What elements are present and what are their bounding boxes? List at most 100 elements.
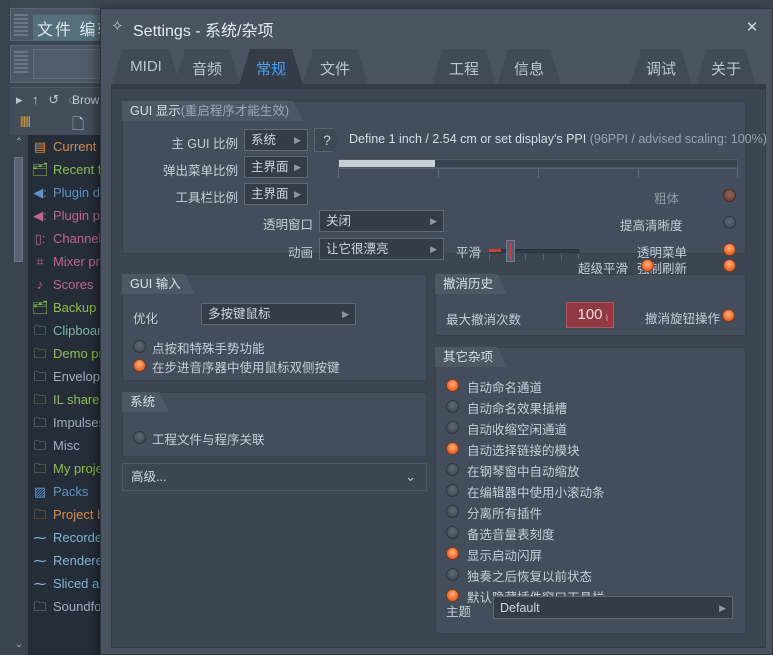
combo-transparent-window[interactable]: 关闭 ▶ [319,210,444,232]
combo-main-gui-scale-value: 系统 [251,133,277,147]
tab-6[interactable]: 信息 [496,49,562,88]
tab-7[interactable]: 调试 [629,49,693,88]
stepper-icon[interactable]: ⌇ [605,306,609,330]
tab-8[interactable]: 关于 [695,49,757,88]
tab-3[interactable]: 常规 [238,49,304,88]
label-misc-3: 自动收缩空闲通道 [467,423,568,437]
close-icon[interactable]: ✕ [742,18,762,38]
tab-label: 调试 [645,61,676,78]
label-misc-9: 显示启动闪屏 [467,549,543,563]
misc-option-row[interactable]: 独奏之后恢复以前状态 [446,565,737,586]
max-undo-number: 100 [577,306,603,323]
max-undo-value[interactable]: 100 ⌇ [566,302,614,328]
group-misc: 其它杂项 自动命名通道 自动命名效果插槽自动收缩空闲通道自动选择链接的模块 在钢琴窗… [435,347,746,634]
radio-step-seq-dual-click[interactable] [133,359,146,372]
combo-theme[interactable]: Default ▶ [493,596,733,619]
radio-misc-3[interactable] [446,421,459,434]
misc-option-row[interactable]: 自动命名通道 [446,376,737,397]
label-misc-8: 备选音量表刻度 [467,528,555,542]
folder-icon: ▯: [34,231,46,246]
radio-super-smooth[interactable] [641,259,654,272]
group-system-title: 系统 [122,392,169,412]
folder-icon: ⁓ [33,530,47,545]
folder-icon: 🗀 [33,392,47,407]
radio-misc-1[interactable] [446,379,459,392]
ppi-ruler-bar[interactable] [338,159,738,168]
tab-label: 工程 [448,61,479,78]
radio-misc-8[interactable] [446,526,459,539]
advanced-expander-label: 高级... [131,470,167,484]
smooth-slider-track[interactable] [489,249,579,253]
radio-transparent-menu[interactable] [723,243,736,256]
label-transparent-window: 透明窗口 [262,218,313,232]
chevron-right-icon: ▶ [294,189,301,199]
combo-popup-menu-scale[interactable]: 主界面 ▶ [244,156,308,178]
combo-optimize[interactable]: 多按键鼠标 ▶ [201,303,356,325]
radio-click-gestures[interactable] [133,340,146,353]
smooth-slider-ticks [489,254,579,260]
radio-misc-7[interactable] [446,505,459,518]
radio-misc-4[interactable] [446,442,459,455]
combo-animation-value: 让它很漂亮 [326,242,389,256]
tab-1[interactable]: MIDI [111,49,181,88]
tab-2[interactable]: 音频 [173,49,241,88]
scroll-thumb[interactable] [14,157,23,262]
radio-misc-9[interactable] [446,547,459,560]
scroll-down-icon[interactable]: ⌄ [10,637,28,653]
label-misc-7: 分离所有插件 [467,507,543,521]
radio-misc-5[interactable] [446,463,459,476]
misc-option-row[interactable]: 自动选择链接的模块 [446,439,737,460]
group-undo-history-title: 撤消历史 [435,274,507,294]
label-toolbar-scale: 工具栏比例 [175,191,238,205]
chevron-right-icon: ▶ [719,603,726,613]
chevron-right-icon: ▶ [342,309,349,319]
tab-4[interactable]: 文件 [301,49,369,88]
dialog-title-bar[interactable]: ✧ Settings - 系统/杂项 ✕ [101,9,772,45]
label-misc-6: 在编辑器中使用小滚动条 [467,486,605,500]
browser-list-item-label: Recent fi [53,162,105,177]
waveform-icon[interactable]: ⫴⫴ [20,114,31,131]
radio-associate-project-files[interactable] [133,431,146,444]
ppi-description-hint: (96PPI / advised scaling: 100%) [589,132,767,146]
folder-icon: 🗀 [33,507,47,522]
settings-dialog: ✧ Settings - 系统/杂项 ✕ MIDI 音频 常规 文件 工程 信息 调试 关于 … [100,8,773,655]
misc-option-row[interactable]: 分离所有插件 [446,502,737,523]
fl-studio-window: 文件 编辑 ▸ ↑ ↺ ◌ Brow ⫴⫴ 🗋 ⌃ ⌄ ▤ Current p 🗂 R… [0,0,773,655]
radio-increase-clarity[interactable] [723,216,736,229]
misc-option-row[interactable]: 显示启动闪屏 [446,544,737,565]
radio-force-refresh[interactable] [723,259,736,272]
browser-list-item-label: Sliced au [53,576,107,591]
group-gui-display: GUI 显示(重启程序才能生效) 主 GUI 比例 系统 ▶ ? Define … [122,101,767,276]
misc-option-row[interactable]: 在钢琴窗中自动缩放 [446,460,737,481]
misc-option-row[interactable]: 备选音量表刻度 [446,523,737,544]
tab-label: 信息 [513,61,544,78]
combo-toolbar-scale[interactable]: 主界面 ▶ [244,183,308,205]
browser-list-item-label: Scores [53,277,94,292]
scroll-up-icon[interactable]: ⌃ [10,135,28,151]
browser-scrollbar[interactable]: ⌃ ⌄ [10,135,28,655]
radio-misc-10[interactable] [446,568,459,581]
advanced-expander[interactable]: 高级... ⌄ [122,463,427,491]
ppi-description-main: Define 1 inch / 2.54 cm or set display's… [349,132,590,146]
dialog-body: GUI 显示(重启程序才能生效) 主 GUI 比例 系统 ▶ ? Define … [111,88,767,648]
radio-misc-6[interactable] [446,484,459,497]
group-system: 系统 工程文件与程序关联 [122,392,427,457]
dialog-title: Settings - 系统/杂项 [133,23,274,40]
help-button[interactable]: ? [314,128,340,152]
misc-option-row[interactable]: 在编辑器中使用小滚动条 [446,481,737,502]
folder-icon: ◀: [33,208,47,223]
radio-undo-knob[interactable] [722,309,735,322]
tab-5[interactable]: 工程 [431,49,497,88]
menu-grip-icon [14,14,28,36]
combo-main-gui-scale[interactable]: 系统 ▶ [244,129,308,151]
radio-misc-2[interactable] [446,400,459,413]
combo-animation[interactable]: 让它很漂亮 ▶ [319,238,444,260]
misc-option-row[interactable]: 自动命名效果插槽 [446,397,737,418]
misc-option-row[interactable]: 自动收缩空闲通道 [446,418,737,439]
browser-list-item-label: Demo pr [53,346,103,361]
combo-toolbar-scale-value: 主界面 [251,187,289,201]
group-misc-title: 其它杂项 [435,347,507,367]
radio-bold[interactable] [723,189,736,202]
browser-nav-icons[interactable]: ▸ ↑ ↺ ◌ [16,92,79,108]
tab-bar[interactable]: MIDI 音频 常规 文件 工程 信息 调试 关于 [111,45,766,88]
